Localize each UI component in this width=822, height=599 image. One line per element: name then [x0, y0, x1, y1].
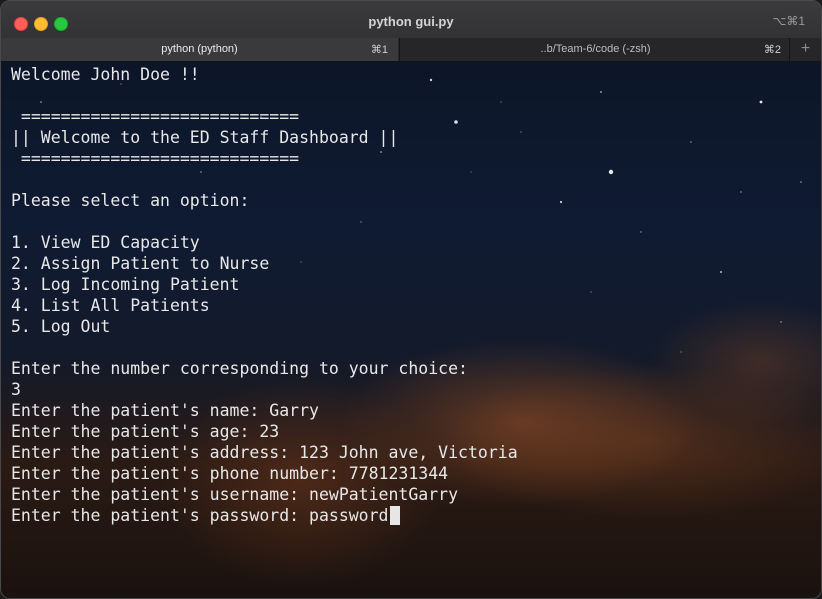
terminal-line: Enter the patient's password: password	[11, 505, 518, 526]
terminal-line: 4. List All Patients	[11, 296, 210, 315]
tab-python[interactable]: python (python) ⌘1	[1, 38, 398, 61]
tab-zsh[interactable]: ..b/Team-6/code (-zsh) ⌘2	[399, 38, 791, 61]
title-bar[interactable]: python gui.py ⌥⌘1	[1, 1, 821, 39]
new-tab-button[interactable]: +	[789, 38, 821, 61]
tab-bar: python (python) ⌘1 ..b/Team-6/code (-zsh…	[1, 38, 821, 62]
terminal-line: Enter the patient's username: newPatient…	[11, 485, 459, 504]
terminal-output: Welcome John Doe !! ====================…	[11, 64, 518, 526]
tab-label: python (python)	[161, 43, 238, 55]
terminal-content[interactable]: Welcome John Doe !! ====================…	[1, 62, 821, 598]
terminal-line: Enter the patient's phone number: 778123…	[11, 464, 449, 483]
tab-shortcut: ⌘2	[763, 44, 781, 56]
terminal-line: Please select an option:	[11, 191, 250, 210]
terminal-line: 3. Log Incoming Patient	[11, 275, 240, 294]
terminal-line: Enter the patient's age: 23	[11, 422, 280, 441]
tab-label: ..b/Team-6/code (-zsh)	[540, 43, 651, 55]
terminal-line: 1. View ED Capacity	[11, 233, 200, 252]
text-cursor	[389, 506, 400, 525]
terminal-line: Enter the patient's address: 123 John av…	[11, 443, 518, 462]
terminal-line: Welcome John Doe !!	[11, 65, 200, 84]
terminal-window: python gui.py ⌥⌘1 python (python) ⌘1 ..b…	[0, 0, 822, 599]
terminal-line: || Welcome to the ED Staff Dashboard ||	[11, 128, 399, 147]
window-shortcut: ⌥⌘1	[772, 14, 805, 28]
tab-shortcut: ⌘1	[370, 44, 388, 56]
terminal-line: Enter the patient's name: Garry	[11, 401, 319, 420]
terminal-line: 3	[11, 380, 21, 399]
terminal-line: Enter the number corresponding to your c…	[11, 359, 468, 378]
window-title: python gui.py	[368, 14, 454, 29]
terminal-line: 2. Assign Patient to Nurse	[11, 254, 270, 273]
terminal-line: ============================	[11, 149, 300, 168]
terminal-line: 5. Log Out	[11, 317, 111, 336]
terminal-line: ============================	[11, 107, 300, 126]
